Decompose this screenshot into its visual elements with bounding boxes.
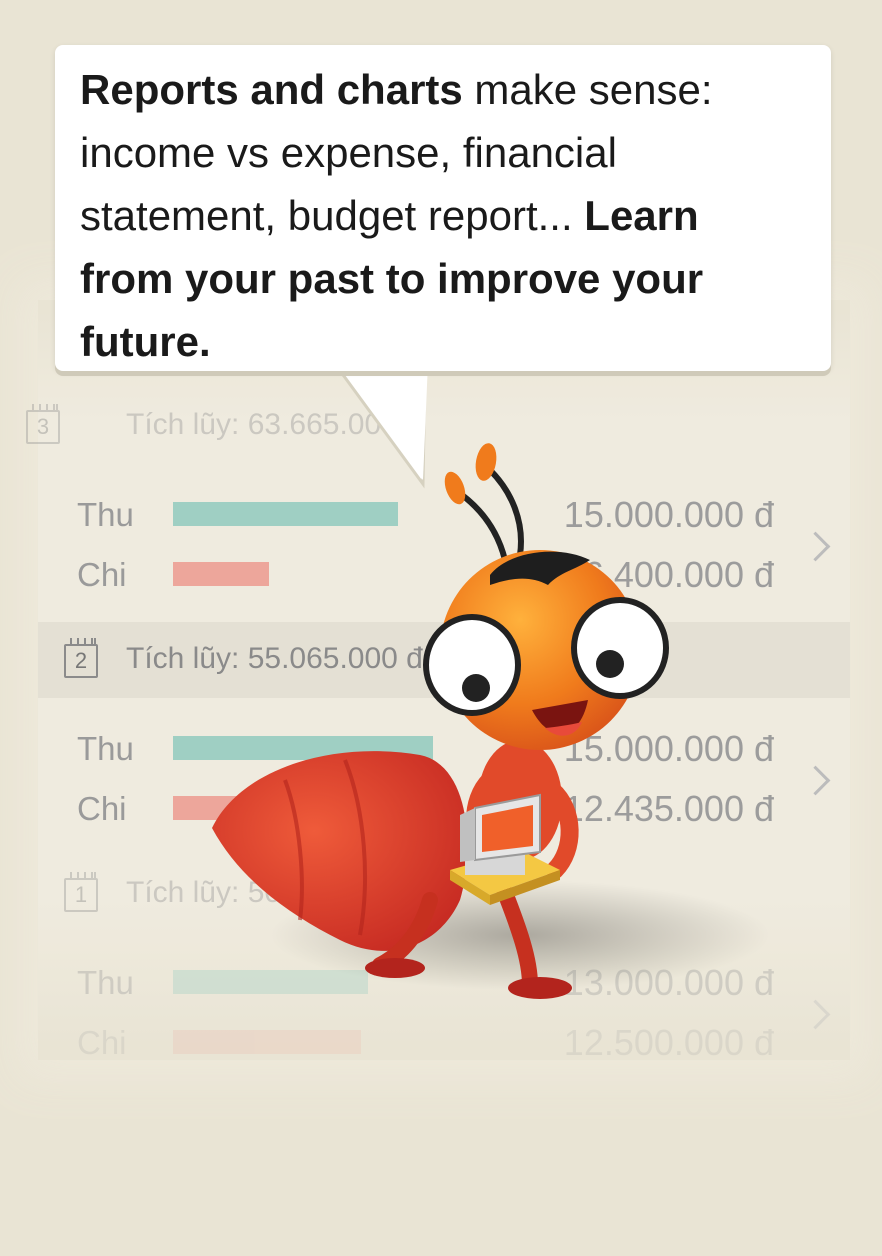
- expense-bar: [173, 1030, 361, 1054]
- tutorial-text: Reports and charts make sense: income vs…: [80, 58, 800, 373]
- expense-label: Chi: [77, 1024, 127, 1061]
- calendar-icon: 2: [64, 638, 98, 678]
- income-label: Thu: [77, 730, 134, 767]
- calendar-icon: 3: [26, 404, 60, 444]
- expense-amount: 12.500.000 đ: [563, 1022, 774, 1063]
- income-label: Thu: [77, 496, 134, 533]
- month-accumulated-label: Tích lũy: 63.665.000 đ: [126, 408, 423, 441]
- income-label: Thu: [77, 964, 134, 1001]
- tutorial-bold-heading: Reports and charts: [80, 66, 463, 113]
- calendar-icon: 1: [64, 872, 98, 912]
- expense-label: Chi: [77, 790, 127, 827]
- expense-label: Chi: [77, 556, 127, 593]
- ant-mascot-illustration: [212, 443, 770, 999]
